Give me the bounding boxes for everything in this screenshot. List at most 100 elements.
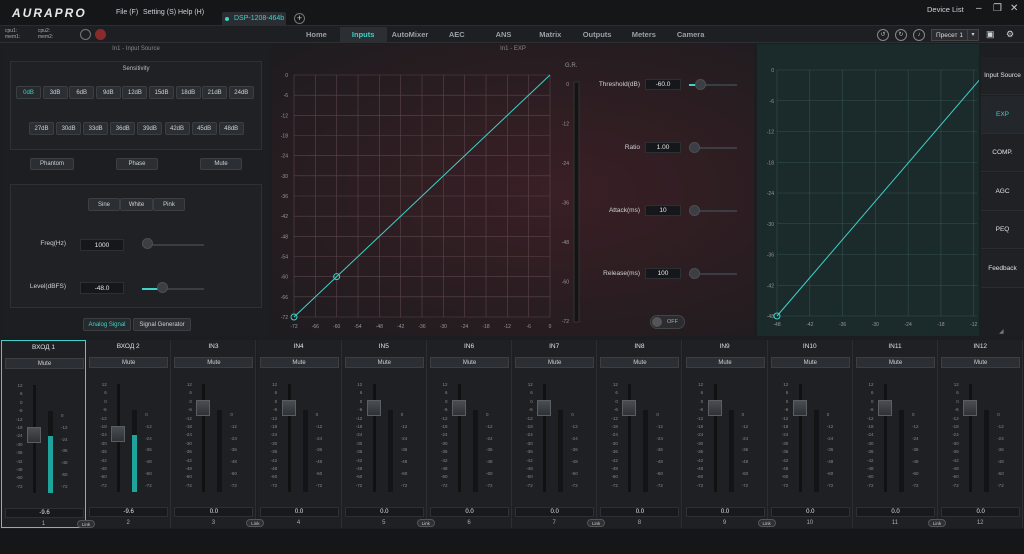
- close-icon[interactable]: ✕: [1010, 3, 1018, 14]
- tab-matrix[interactable]: Matrix: [527, 27, 574, 43]
- tab-ans[interactable]: ANS: [480, 27, 527, 43]
- settings-icon[interactable]: ⚙: [1006, 29, 1014, 40]
- channel-strip[interactable]: IN9 Mute 12 6 0 -6 -12 -18 -24 -30 -36 -42 -48 -60 -72…: [682, 340, 776, 528]
- sensitivity-36dB[interactable]: 36dB: [110, 122, 136, 135]
- channel-strip[interactable]: IN7 Mute 12 6 0 -6 -12 -18 -24 -30 -36 -42 -48 -60 -72…: [512, 340, 606, 528]
- link-button[interactable]: Link: [757, 519, 776, 527]
- tab-meters[interactable]: Meters: [620, 27, 667, 43]
- preset-dropdown-icon[interactable]: ▾: [967, 29, 979, 41]
- channel-mute-button[interactable]: Mute: [344, 357, 424, 368]
- link-button[interactable]: Link: [77, 520, 95, 528]
- fader-handle[interactable]: [537, 400, 552, 416]
- fader-handle[interactable]: [366, 400, 381, 416]
- channel-name[interactable]: ВХОД 2: [86, 343, 170, 350]
- fader-value[interactable]: 0.0: [600, 507, 680, 517]
- channel-name[interactable]: IN8: [597, 343, 681, 350]
- channel-name[interactable]: IN6: [427, 343, 511, 350]
- channel-name[interactable]: IN7: [512, 343, 596, 350]
- tab-inputs[interactable]: Inputs: [339, 27, 387, 43]
- sensitivity-3dB[interactable]: 3dB: [42, 86, 68, 99]
- sensitivity-24dB[interactable]: 24dB: [228, 86, 254, 99]
- channel-name[interactable]: IN5: [342, 343, 426, 350]
- menu-help[interactable]: Help (H): [178, 9, 204, 16]
- side-nav-feedback[interactable]: Feedback: [981, 249, 1024, 288]
- side-nav-peq[interactable]: PEQ: [981, 211, 1024, 249]
- release-input[interactable]: 100: [645, 268, 681, 279]
- mute-button[interactable]: Mute: [200, 158, 242, 170]
- minimize-icon[interactable]: –: [976, 3, 982, 14]
- maximize-icon[interactable]: ❐: [993, 3, 1002, 14]
- fader-handle[interactable]: [707, 400, 722, 416]
- sensitivity-30dB[interactable]: 30dB: [56, 122, 82, 135]
- fader-handle[interactable]: [792, 400, 807, 416]
- speaker-icon[interactable]: ♪: [913, 29, 925, 41]
- channel-name[interactable]: ВХОД 1: [2, 344, 85, 351]
- signal-generator-tab[interactable]: Signal Generator: [133, 318, 191, 331]
- fader-handle[interactable]: [27, 427, 41, 443]
- sensitivity-18dB[interactable]: 18dB: [175, 86, 201, 99]
- threshold-slider-knob[interactable]: [695, 79, 706, 90]
- phase-button[interactable]: Phase: [116, 158, 158, 170]
- side-nav-comp[interactable]: COMP.: [981, 134, 1024, 172]
- channel-name[interactable]: IN9: [683, 343, 767, 350]
- link-button[interactable]: Link: [246, 519, 265, 527]
- sensitivity-42dB[interactable]: 42dB: [164, 122, 190, 135]
- white-noise-button[interactable]: White: [120, 198, 153, 211]
- level-input[interactable]: -48.0: [80, 282, 124, 294]
- channel-name[interactable]: IN10: [768, 343, 852, 350]
- channel-mute-button[interactable]: Mute: [770, 357, 850, 368]
- channel-mute-button[interactable]: Mute: [5, 358, 84, 369]
- channel-mute-button[interactable]: Mute: [430, 357, 509, 368]
- undo-icon[interactable]: ↺: [877, 29, 889, 41]
- channel-strip[interactable]: ВХОД 1 Mute 12 6 0 -6 -12 -18 -24 -30 -36 -42 -48 -60…: [1, 340, 95, 528]
- tab-home[interactable]: Home: [293, 27, 340, 43]
- fader-value[interactable]: 0.0: [856, 507, 935, 517]
- sensitivity-48dB[interactable]: 48dB: [218, 122, 244, 135]
- sensitivity-12dB[interactable]: 12dB: [122, 86, 148, 99]
- fader-handle[interactable]: [196, 400, 211, 416]
- freq-input[interactable]: 1000: [80, 239, 124, 251]
- side-nav-exp[interactable]: EXP: [981, 95, 1024, 134]
- fader-value[interactable]: 0.0: [259, 507, 339, 517]
- fader-handle[interactable]: [878, 400, 892, 416]
- fader-value[interactable]: 0.0: [941, 507, 1021, 517]
- pink-noise-button[interactable]: Pink: [153, 198, 185, 211]
- sensitivity-39dB[interactable]: 39dB: [137, 122, 163, 135]
- channel-strip[interactable]: IN3 Mute 12 6 0 -6 -12 -18 -24 -30 -36 -42 -48 -60 -72…: [171, 340, 265, 528]
- menu-setting[interactable]: Setting (S): [143, 9, 176, 16]
- ratio-slider-knob[interactable]: [689, 142, 700, 153]
- channel-mute-button[interactable]: Mute: [174, 357, 254, 368]
- channel-mute-button[interactable]: Mute: [941, 357, 1021, 368]
- exp-graph[interactable]: 0-72-6-66-12-60-18-54-24-48-30-42-36-36-…: [272, 44, 754, 336]
- channel-mute-button[interactable]: Mute: [856, 357, 935, 368]
- fader-value[interactable]: 0.0: [685, 507, 765, 517]
- fader-value[interactable]: 0.0: [515, 507, 595, 517]
- sensitivity-15dB[interactable]: 15dB: [149, 86, 174, 99]
- tab-aec[interactable]: AEC: [433, 27, 480, 43]
- channel-mute-button[interactable]: Mute: [515, 357, 595, 368]
- ratio-input[interactable]: 1.00: [645, 142, 681, 153]
- side-nav-agc[interactable]: AGC: [981, 172, 1024, 211]
- channel-strip[interactable]: IN10 Mute 12 6 0 -6 -12 -18 -24 -30 -36 -42 -48 -60 -7…: [767, 340, 853, 528]
- fader-value[interactable]: 0.0: [770, 507, 850, 517]
- save-icon[interactable]: ▣: [986, 29, 995, 40]
- sensitivity-33dB[interactable]: 33dB: [83, 122, 109, 135]
- fader-value[interactable]: 0.0: [344, 507, 424, 517]
- fader-handle[interactable]: [452, 400, 466, 416]
- analog-signal-tab[interactable]: Analog Signal: [83, 318, 131, 331]
- fader-value[interactable]: -9.6: [89, 507, 169, 517]
- record-icon[interactable]: [95, 29, 106, 40]
- refresh-icon[interactable]: ↻: [895, 29, 907, 41]
- channel-strip[interactable]: IN12 Mute 12 6 0 -6 -12 -18 -24 -30 -36 -42 -48 -60 -7…: [938, 340, 1024, 528]
- threshold-input[interactable]: -60.0: [645, 79, 681, 90]
- release-slider-knob[interactable]: [689, 268, 700, 279]
- channel-strip[interactable]: IN5 Mute 12 6 0 -6 -12 -18 -24 -30 -36 -42 -48 -60 -72…: [341, 340, 435, 528]
- fader-value[interactable]: -9.6: [5, 508, 84, 518]
- channel-strip[interactable]: ВХОД 2 Mute 12 6 0 -6 -12 -18 -24 -30 -36 -42 -48 -60…: [86, 340, 172, 528]
- phantom-button[interactable]: Phantom: [30, 158, 74, 170]
- sensitivity-27dB[interactable]: 27dB: [29, 122, 54, 135]
- channel-strip[interactable]: IN4 Mute 12 6 0 -6 -12 -18 -24 -30 -36 -42 -48 -60 -72…: [256, 340, 342, 528]
- sensitivity-6dB[interactable]: 6dB: [69, 86, 95, 99]
- fader-handle[interactable]: [111, 426, 126, 442]
- network-icon[interactable]: [80, 29, 91, 40]
